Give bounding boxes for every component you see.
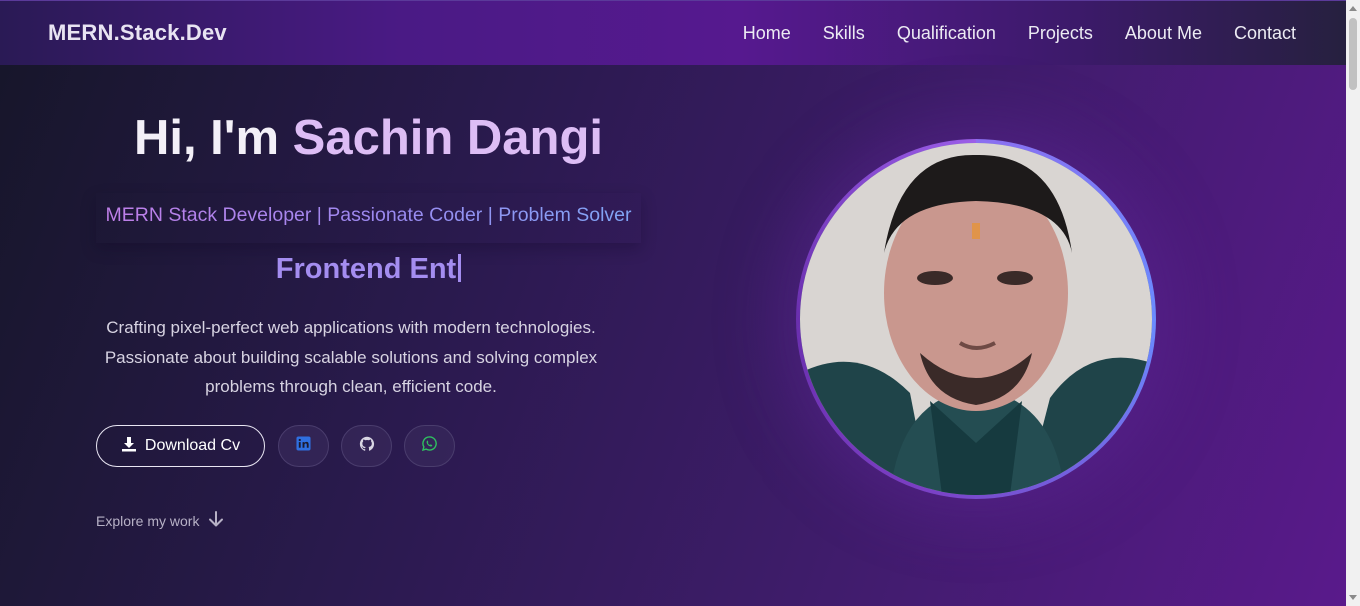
scroll-up-arrow[interactable] [1349, 6, 1357, 11]
scroll-down-arrow[interactable] [1349, 595, 1357, 600]
explore-link[interactable]: Explore my work [96, 510, 225, 531]
explore-label: Explore my work [96, 512, 200, 529]
hero-greeting: Hi, I'm [133, 111, 293, 165]
download-icon [121, 436, 137, 457]
typing-text-value: Frontend Ent [275, 253, 457, 285]
scroll-thumb[interactable] [1349, 18, 1357, 90]
page-scrollbar[interactable] [1346, 0, 1360, 606]
nav-link-contact[interactable]: Contact [1234, 23, 1296, 44]
github-button[interactable] [341, 425, 392, 467]
hero-subtitle: MERN Stack Developer | Passionate Coder … [96, 193, 641, 243]
hero-description: Crafting pixel-perfect web applications … [104, 318, 598, 396]
nav-links: Home Skills Qualification Projects About… [711, 23, 1296, 44]
github-icon [359, 436, 375, 457]
nav-link-qualification[interactable]: Qualification [897, 23, 996, 44]
typing-text: Frontend Ent [96, 253, 641, 286]
linkedin-icon [296, 436, 311, 456]
brand-logo[interactable]: MERN.Stack.Dev [48, 20, 227, 46]
whatsapp-icon [421, 436, 437, 456]
arrow-down-icon [207, 510, 225, 531]
profile-photo-frame [796, 139, 1156, 499]
download-cv-button[interactable]: Download Cv [96, 425, 265, 467]
hero-actions: Download Cv [96, 425, 455, 467]
profile-photo [800, 143, 1152, 495]
linkedin-button[interactable] [278, 425, 329, 467]
nav-link-projects[interactable]: Projects [1028, 23, 1093, 44]
nav-link-home[interactable]: Home [743, 23, 791, 44]
nav-link-about-me[interactable]: About Me [1125, 23, 1202, 44]
hero-title: Hi, I'm Sachin Dangi [96, 110, 641, 166]
download-cv-label: Download Cv [144, 437, 241, 454]
hero-name: Sachin Dangi [292, 111, 604, 165]
nav-link-skills[interactable]: Skills [823, 23, 865, 44]
whatsapp-button[interactable] [404, 425, 455, 467]
typing-cursor [458, 254, 462, 282]
navbar: MERN.Stack.Dev Home Skills Qualification… [0, 0, 1346, 65]
